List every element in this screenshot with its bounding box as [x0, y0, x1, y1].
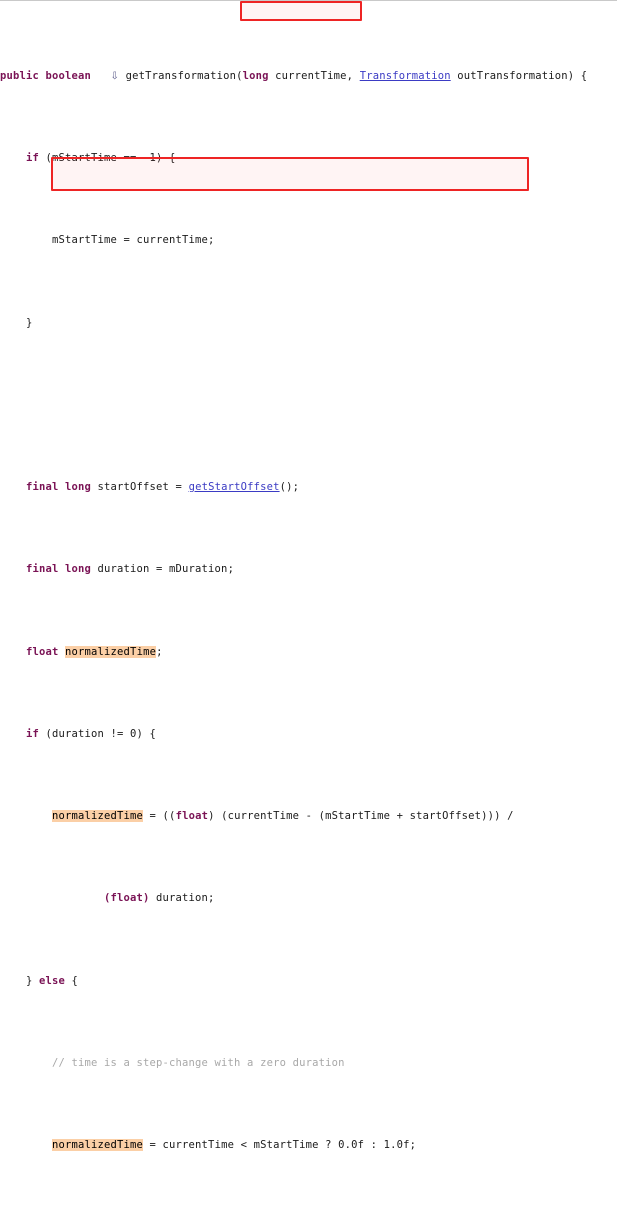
- token-keyword: public boolean: [0, 69, 92, 82]
- code-line: mStartTime = currentTime;: [0, 234, 215, 247]
- code-line: normalizedTime = currentTime < mStartTim…: [52, 1139, 417, 1152]
- code-line: normalizedTime = ((float) (currentTime -…: [52, 810, 514, 823]
- token-keyword: float: [26, 645, 59, 658]
- code-line: final long startOffset = getStartOffset(…: [26, 481, 300, 494]
- token-method-name: getTransformation(: [119, 69, 243, 82]
- code-line: } else {: [0, 974, 79, 987]
- code-line: // time is a step-change with a zero dur…: [0, 1055, 617, 1071]
- token-link-getstartoffset[interactable]: getStartOffset: [189, 481, 280, 493]
- token-keyword: else: [39, 974, 66, 987]
- token-keyword: (float): [104, 892, 150, 905]
- token-keyword: if: [26, 727, 40, 740]
- token-keyword: final long: [26, 481, 92, 494]
- token-keyword: float: [175, 810, 209, 823]
- code-content[interactable]: public boolean ⇩ getTransformation(long …: [0, 2, 617, 1216]
- token-keyword: final long: [26, 563, 92, 576]
- token-comment: // time is a step-change with a zero dur…: [52, 1056, 345, 1069]
- code-line: final long duration = mDuration;: [26, 563, 235, 576]
- editor-top-divider: [0, 0, 617, 1]
- code-line: float normalizedTime;: [26, 645, 163, 658]
- token-keyword: if: [26, 152, 40, 165]
- code-editor-view[interactable]: public boolean ⇩ getTransformation(long …: [0, 0, 617, 1152]
- token-keyword: long: [242, 69, 269, 82]
- token-link-transformation[interactable]: Transformation: [360, 70, 451, 82]
- token-highlight-normalizedtime: normalizedTime: [52, 810, 144, 823]
- code-line: if (mStartTime == -1) {: [26, 152, 176, 165]
- code-line: public boolean ⇩ getTransformation(long …: [0, 69, 588, 82]
- token-highlight-normalizedtime: normalizedTime: [52, 1139, 144, 1152]
- override-down-arrow-icon: ⇩: [110, 70, 120, 82]
- token-highlight-normalizedtime: normalizedTime: [65, 645, 157, 658]
- code-line: (float) duration;: [104, 892, 215, 905]
- code-line: }: [0, 316, 33, 329]
- code-line: if (duration != 0) {: [26, 727, 157, 740]
